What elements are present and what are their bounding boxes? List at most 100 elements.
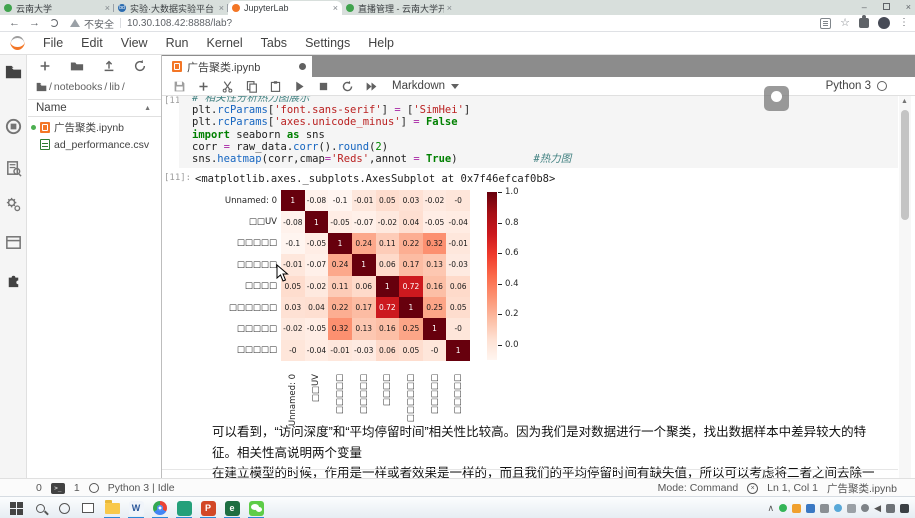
open-tabs-icon[interactable] — [4, 233, 23, 252]
run-all-icon[interactable] — [365, 80, 378, 93]
menu-file[interactable]: File — [34, 36, 72, 50]
cell-type-dropdown[interactable]: Markdown — [392, 80, 459, 92]
taskbar-start[interactable] — [8, 500, 24, 516]
extensions-icon[interactable] — [859, 18, 869, 28]
file-browser-icon[interactable] — [4, 63, 23, 82]
new-launcher-icon[interactable] — [38, 59, 52, 76]
taskbar-word-app[interactable]: W — [128, 500, 144, 516]
breadcrumb-lib[interactable]: lib — [109, 81, 120, 93]
tab-close-icon[interactable]: × — [333, 3, 338, 13]
tab-close-icon[interactable]: × — [219, 3, 224, 13]
kernels-count[interactable]: 1 — [74, 482, 80, 494]
taskbar-task-view[interactable] — [80, 500, 96, 516]
colorbar-tick-label: 0.6 — [505, 248, 519, 258]
menu-settings[interactable]: Settings — [296, 36, 359, 50]
stop-icon[interactable] — [317, 80, 330, 93]
bookmark-star-icon[interactable]: ☆ — [840, 18, 850, 29]
reload-icon[interactable] — [50, 19, 58, 27]
command-palette-icon[interactable] — [4, 159, 23, 178]
menu-view[interactable]: View — [112, 36, 157, 50]
close-button[interactable]: × — [906, 2, 911, 12]
breadcrumb[interactable]: /notebooks/lib/ — [36, 81, 125, 93]
taskbar-powerpoint[interactable]: P — [200, 500, 216, 516]
tray-green-icon[interactable] — [779, 504, 787, 512]
cut-icon[interactable] — [221, 80, 234, 93]
colorbar-tick — [498, 314, 502, 315]
tray-headset-icon[interactable] — [861, 504, 869, 512]
restart-icon[interactable] — [341, 80, 354, 93]
tray-snow-icon[interactable] — [834, 504, 842, 512]
breadcrumb-notebooks[interactable]: notebooks — [54, 81, 102, 93]
taskbar-green-app[interactable]: e — [224, 500, 240, 516]
add-cell-icon[interactable] — [197, 80, 210, 93]
copy-icon[interactable] — [245, 80, 258, 93]
status-bar: 0 >_ 1 Python 3 | Idle Mode: Command × L… — [0, 478, 915, 496]
tab-close-icon[interactable]: × — [447, 3, 452, 13]
tray-keyboard-icon[interactable] — [900, 504, 909, 513]
translate-icon[interactable] — [820, 18, 831, 29]
notebook-tab[interactable]: 广告聚类.ipynb — [162, 56, 312, 77]
extensions-icon[interactable] — [4, 271, 23, 290]
colorbar-tick-label: 1.0 — [505, 187, 519, 197]
browser-menu-icon[interactable]: ⋮ — [899, 18, 909, 28]
taskbar-cortana[interactable] — [56, 500, 72, 516]
tray-orange-icon[interactable] — [792, 504, 801, 513]
property-inspector-icon[interactable] — [4, 195, 23, 214]
menu-help[interactable]: Help — [359, 36, 403, 50]
menu-tabs[interactable]: Tabs — [252, 36, 296, 50]
scroll-up-icon[interactable]: ▲ — [901, 98, 908, 105]
maximize-button[interactable] — [883, 3, 890, 10]
green-app-icon: e — [225, 501, 240, 516]
refresh-icon[interactable] — [133, 59, 147, 76]
menu-run[interactable]: Run — [157, 36, 198, 50]
chevron-up-icon[interactable]: ∧ — [767, 503, 774, 514]
taskbar-wechat[interactable] — [248, 500, 264, 516]
run-icon[interactable] — [293, 80, 306, 93]
browser-tab[interactable]: JupyterLab× — [228, 1, 342, 15]
running-kernels-icon[interactable] — [4, 117, 23, 136]
profile-avatar[interactable] — [878, 17, 890, 29]
browser-tab[interactable]: bd实验·大数据实验平台× — [114, 1, 228, 15]
taskbar-chrome[interactable] — [152, 500, 168, 516]
browser-tab[interactable]: 云南大学× — [0, 1, 114, 15]
notifications-icon[interactable]: × — [747, 483, 758, 494]
tray-mic-icon[interactable] — [820, 504, 829, 513]
code-line: plt.rcParams['font.sans-serif'] = ['SimH… — [192, 104, 470, 116]
menu-edit[interactable]: Edit — [72, 36, 112, 50]
heatmap-cell: -0.01 — [328, 340, 352, 361]
terminals-count[interactable]: 0 — [36, 482, 42, 494]
scrollbar-thumb[interactable] — [901, 110, 909, 220]
forward-icon[interactable]: → — [29, 17, 40, 29]
paste-icon[interactable] — [269, 80, 282, 93]
heatmap-cell: -0 — [446, 190, 470, 211]
taskbar-remote-app[interactable] — [176, 500, 192, 516]
save-icon[interactable] — [173, 80, 186, 93]
tray-blue-icon[interactable] — [806, 504, 815, 513]
code-cell[interactable]: # 相关性分析热力图展示plt.rcParams['font.sans-seri… — [179, 96, 898, 168]
tray-network-icon[interactable] — [886, 504, 895, 513]
browser-tab[interactable]: 直播管理 - 云南大学开放平台× — [342, 1, 456, 15]
kernel-status-icon[interactable] — [877, 81, 887, 91]
back-icon[interactable]: ← — [9, 17, 20, 29]
file-row[interactable]: 广告聚类.ipynb — [28, 119, 161, 136]
notebook-scrollbar[interactable]: ▲ — [899, 96, 911, 478]
code-line: import seaborn as sns — [192, 129, 325, 141]
minimize-button[interactable]: – — [862, 2, 867, 12]
taskbar-file-explorer[interactable] — [104, 500, 120, 516]
file-row[interactable]: ad_performance.csv — [28, 136, 161, 153]
upload-icon[interactable] — [102, 59, 116, 76]
new-folder-icon[interactable] — [70, 59, 84, 76]
tray-volume-icon[interactable]: ◀ — [874, 503, 881, 514]
heatmap-cell: 0.06 — [376, 254, 400, 275]
kernel-status-label[interactable]: Python 3 | Idle — [108, 482, 175, 494]
url-text[interactable]: 10.30.108.42:8888/lab? — [127, 18, 232, 29]
name-column-header[interactable]: Name ▲ — [28, 99, 161, 117]
address-bar-row: ← → 不安全 10.30.108.42:8888/lab? — [0, 15, 915, 32]
taskbar-search[interactable] — [32, 500, 48, 516]
tray-usb-icon[interactable] — [847, 504, 856, 513]
menu-kernel[interactable]: Kernel — [198, 36, 252, 50]
kernel-name-label[interactable]: Python 3 — [826, 80, 871, 92]
tab-close-icon[interactable]: × — [105, 3, 110, 13]
heatmap-cell: -0.02 — [423, 190, 447, 211]
notebook-icon — [172, 61, 182, 72]
